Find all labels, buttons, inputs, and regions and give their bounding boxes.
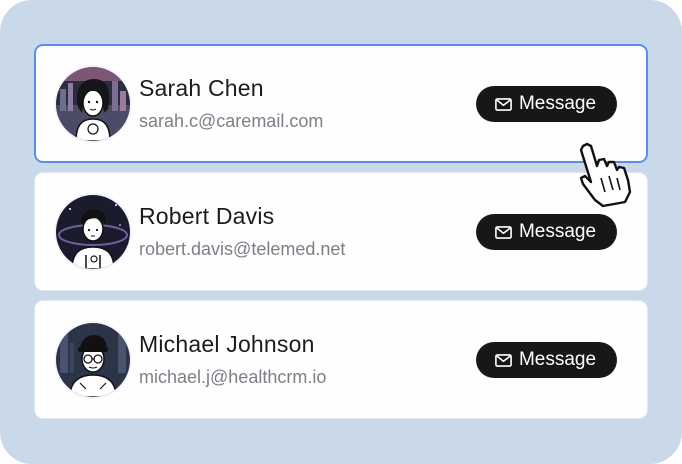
message-button[interactable]: Message	[476, 214, 617, 250]
contact-email: michael.j@healthcrm.io	[139, 367, 327, 387]
contact-email: sarah.c@caremail.com	[139, 111, 324, 131]
mail-icon	[495, 97, 512, 111]
mail-icon	[495, 353, 512, 367]
contact-name: Sarah Chen	[139, 75, 264, 101]
contact-name: Michael Johnson	[139, 331, 315, 357]
message-button[interactable]: Message	[476, 86, 617, 122]
app-frame: Sarah Chen sarah.c@caremail.com Message	[0, 0, 682, 464]
contact-card-michael-johnson[interactable]: Michael Johnson michael.j@healthcrm.io M…	[34, 300, 648, 419]
message-button-label: Message	[518, 349, 597, 370]
contact-card-robert-davis[interactable]: Robert Davis robert.davis@telemed.net Me…	[34, 172, 648, 291]
contact-card-sarah-chen[interactable]: Sarah Chen sarah.c@caremail.com Message	[34, 44, 648, 163]
avatar-man-glasses-illustration-icon	[56, 323, 130, 397]
avatar-woman-illustration-icon	[56, 67, 130, 141]
message-button-label: Message	[518, 93, 597, 114]
message-button[interactable]: Message	[476, 342, 617, 378]
contact-name: Robert Davis	[139, 203, 275, 229]
contact-list: Sarah Chen sarah.c@caremail.com Message	[34, 44, 648, 428]
message-button-label: Message	[518, 221, 597, 242]
mail-icon	[495, 225, 512, 239]
avatar-man-illustration-icon	[56, 195, 130, 269]
hand-pointer-cursor-icon	[573, 140, 633, 210]
contact-email: robert.davis@telemed.net	[139, 239, 346, 259]
